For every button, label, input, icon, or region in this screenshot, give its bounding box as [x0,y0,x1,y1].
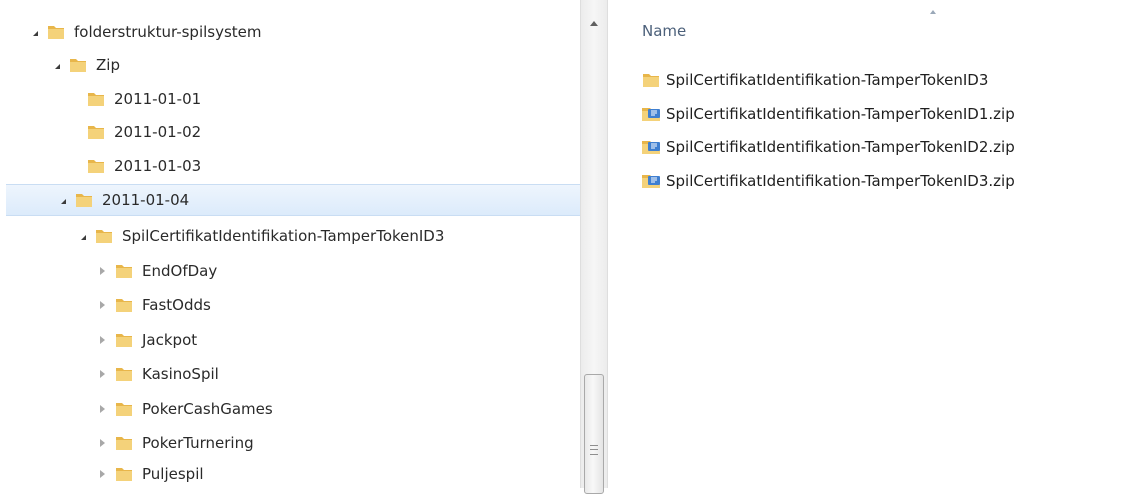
grip-icon [590,445,598,455]
tree-item-label: 2011-01-01 [114,90,202,108]
zip-folder-icon [642,175,660,188]
file-item-label: SpilCertifikatIdentifikation-TamperToken… [666,138,1015,156]
tree-item-kasinospil[interactable]: KasinoSpil [6,358,580,390]
tree-item-endofday[interactable]: EndOfDay [6,255,580,287]
tree-item-label: Jackpot [142,331,198,349]
folder-icon [116,468,132,481]
column-header-name[interactable]: Name [642,22,686,40]
folder-icon [116,368,132,381]
folder-icon [76,194,92,207]
folder-icon [70,59,86,72]
file-item-label: SpilCertifikatIdentifikation-TamperToken… [666,71,989,89]
collapse-arrow-icon[interactable] [96,265,108,277]
tree-item-folderstruktur[interactable]: folderstruktur-spilsystem [6,16,580,48]
tree-item-label: EndOfDay [142,262,218,280]
tree-item-label: KasinoSpil [142,365,219,383]
tree-item-puljespil[interactable]: Puljespil [6,458,580,488]
tree-item-label: 2011-01-02 [114,123,202,141]
folder-icon [48,26,64,39]
tree-item-label: 2011-01-04 [102,191,190,209]
tree-item-zip[interactable]: Zip [6,49,580,81]
folder-icon [116,334,132,347]
file-item-zip-tampertokenid1[interactable]: SpilCertifikatIdentifikation-TamperToken… [640,101,1015,127]
folder-icon [643,74,659,87]
file-item-label: SpilCertifikatIdentifikation-TamperToken… [666,105,1015,123]
file-item-folder-tampertokenid3[interactable]: SpilCertifikatIdentifikation-TamperToken… [640,67,988,93]
file-item-zip-tampertokenid2[interactable]: SpilCertifikatIdentifikation-TamperToken… [640,134,1015,160]
tree-item-fastodds[interactable]: FastOdds [6,289,580,321]
folder-icon [88,126,104,139]
tree-item-label: PokerTurnering [142,434,254,452]
tree-item-2011-01-01[interactable]: 2011-01-01 [6,83,580,115]
expand-arrow-icon[interactable] [76,230,88,242]
tree-item-pokercashgames[interactable]: PokerCashGames [6,393,580,425]
navigation-tree: folderstruktur-spilsystem Zip 2011-01-01… [0,0,580,488]
expand-arrow-icon[interactable] [28,26,40,38]
file-item-zip-tampertokenid3[interactable]: SpilCertifikatIdentifikation-TamperToken… [640,168,1015,194]
folder-icon [96,230,112,243]
file-list-pane: Name SpilCertifikatIdentifikation-Tamper… [608,0,1130,488]
tree-item-pokerturnering[interactable]: PokerTurnering [6,427,580,459]
zip-folder-icon [642,108,660,121]
scrollbar-thumb[interactable] [584,374,604,494]
collapse-arrow-icon[interactable] [96,437,108,449]
folder-icon [88,93,104,106]
tree-item-label: Zip [96,56,120,74]
folder-icon [116,299,132,312]
collapse-arrow-icon[interactable] [96,299,108,311]
folder-icon [116,403,132,416]
expand-arrow-icon[interactable] [50,59,62,71]
collapse-arrow-icon[interactable] [96,334,108,346]
tree-item-jackpot[interactable]: Jackpot [6,324,580,356]
tree-item-label: folderstruktur-spilsystem [74,23,262,41]
tree-item-spilcertifikat-tampertokenid3[interactable]: SpilCertifikatIdentifikation-TamperToken… [6,220,580,252]
collapse-arrow-icon[interactable] [96,468,108,480]
file-item-label: SpilCertifikatIdentifikation-TamperToken… [666,172,1015,190]
tree-item-2011-01-02[interactable]: 2011-01-02 [6,116,580,148]
folder-icon [116,437,132,450]
tree-item-label: SpilCertifikatIdentifikation-TamperToken… [122,227,445,245]
zip-folder-icon [642,141,660,154]
collapse-arrow-icon[interactable] [96,403,108,415]
tree-scrollbar[interactable] [580,0,608,494]
tree-item-label: 2011-01-03 [114,157,202,175]
collapse-arrow-icon[interactable] [96,368,108,380]
folder-icon [116,265,132,278]
expand-arrow-icon[interactable] [56,194,68,206]
tree-item-2011-01-03[interactable]: 2011-01-03 [6,150,580,182]
scroll-up-arrow-icon[interactable] [581,12,607,34]
tree-item-2011-01-04[interactable]: 2011-01-04 [6,184,580,216]
tree-item-label: PokerCashGames [142,400,273,418]
tree-item-label: FastOdds [142,296,211,314]
folder-icon [88,160,104,173]
tree-item-label: Puljespil [142,465,204,483]
sort-indicator-icon [930,10,936,14]
